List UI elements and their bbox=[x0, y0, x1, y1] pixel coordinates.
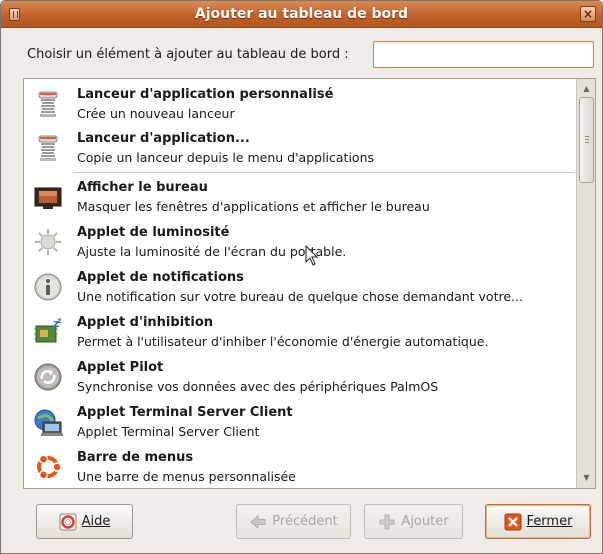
list-item[interactable]: z z Applet d'inhibition Permet à l'utili… bbox=[24, 309, 576, 353]
search-label: Choisir un élément à ajouter au tableau … bbox=[27, 47, 349, 62]
add-button[interactable]: Ajouter bbox=[364, 504, 463, 539]
item-description: Une notification sur votre bureau de que… bbox=[77, 289, 523, 304]
add-button-label: Ajouter bbox=[401, 514, 449, 529]
terminal-server-icon bbox=[34, 409, 63, 436]
item-name: Applet Pilot bbox=[77, 360, 164, 375]
item-name: Lanceur d'application personnalisé bbox=[77, 87, 334, 102]
plus-icon bbox=[379, 514, 395, 529]
list-item[interactable]: Applet Pilot Synchronise vos données ave… bbox=[24, 354, 576, 398]
list-item[interactable]: Afficher le bureau Masquer les fenêtres … bbox=[24, 174, 576, 218]
scroll-down-arrow-icon[interactable]: ▼ bbox=[579, 471, 594, 485]
list-item[interactable]: Lanceur d'application... Copie un lanceu… bbox=[24, 125, 576, 169]
item-description: Applet Terminal Server Client bbox=[77, 424, 260, 439]
scroll-up-arrow-icon[interactable]: ▲ bbox=[579, 82, 594, 96]
item-description: Crée un nouveau lanceur bbox=[77, 106, 235, 121]
item-description: Permet à l'utilisateur d'inhiber l'écono… bbox=[77, 334, 489, 349]
close-x-icon bbox=[504, 513, 522, 530]
search-input[interactable] bbox=[373, 41, 594, 68]
arrow-left-icon bbox=[250, 514, 266, 529]
info-icon bbox=[34, 273, 62, 301]
help-button-label: Aide bbox=[81, 514, 111, 529]
inhibit-icon: z z bbox=[34, 317, 62, 343]
item-name: Afficher le bureau bbox=[77, 180, 208, 195]
close-button[interactable]: Fermer bbox=[485, 504, 591, 539]
list-item[interactable]: Barre de menus Une barre de menus person… bbox=[24, 444, 576, 488]
mouse-cursor-icon bbox=[305, 245, 319, 266]
list-item[interactable]: Applet Terminal Server Client Applet Ter… bbox=[24, 399, 576, 443]
back-button-label: Précédent bbox=[272, 514, 338, 529]
window-close-button[interactable]: × bbox=[580, 6, 596, 22]
item-name: Applet de luminosité bbox=[77, 225, 230, 240]
back-button[interactable]: Précédent bbox=[236, 504, 351, 539]
spring-launcher-icon bbox=[38, 91, 58, 117]
item-name: Applet Terminal Server Client bbox=[77, 405, 293, 420]
list-separator bbox=[74, 172, 574, 173]
brightness-icon bbox=[35, 229, 61, 255]
list-item[interactable]: Applet de notifications Une notification… bbox=[24, 264, 576, 308]
item-name: Applet d'inhibition bbox=[77, 315, 214, 330]
item-description: Synchronise vos données avec des périphé… bbox=[77, 379, 439, 394]
scrollbar-thumb[interactable] bbox=[579, 97, 594, 183]
close-button-label: Fermer bbox=[526, 514, 573, 529]
list-item[interactable]: Lanceur d'application personnalisé Crée … bbox=[24, 81, 576, 125]
add-to-panel-dialog: Ajouter au tableau de bord × Choisir un … bbox=[0, 0, 603, 554]
item-name: Applet de notifications bbox=[77, 270, 244, 285]
show-desktop-icon bbox=[34, 187, 62, 209]
item-name: Barre de menus bbox=[77, 450, 194, 465]
item-description: Masquer les fenêtres d'applications et a… bbox=[77, 199, 430, 214]
item-name: Lanceur d'application... bbox=[77, 131, 250, 146]
svg-text:z: z bbox=[57, 317, 62, 325]
item-description: Copie un lanceur depuis le menu d'applic… bbox=[77, 150, 375, 165]
spring-launcher-icon bbox=[38, 135, 58, 161]
lifebuoy-icon bbox=[59, 513, 77, 530]
title-bar: Ajouter au tableau de bord × bbox=[1, 1, 602, 28]
pilot-sync-icon bbox=[34, 363, 62, 391]
ubuntu-logo-icon bbox=[37, 454, 62, 480]
list-scrollbar[interactable]: ▲ ▼ bbox=[576, 79, 595, 488]
item-description: Une barre de menus personnalisée bbox=[77, 469, 296, 484]
help-button[interactable]: Aide bbox=[36, 504, 133, 539]
window-title: Ajouter au tableau de bord bbox=[194, 6, 409, 22]
applet-list: Lanceur d'application personnalisé Crée … bbox=[23, 78, 596, 489]
list-item[interactable]: Applet de luminosité Ajuste la luminosit… bbox=[24, 219, 576, 263]
